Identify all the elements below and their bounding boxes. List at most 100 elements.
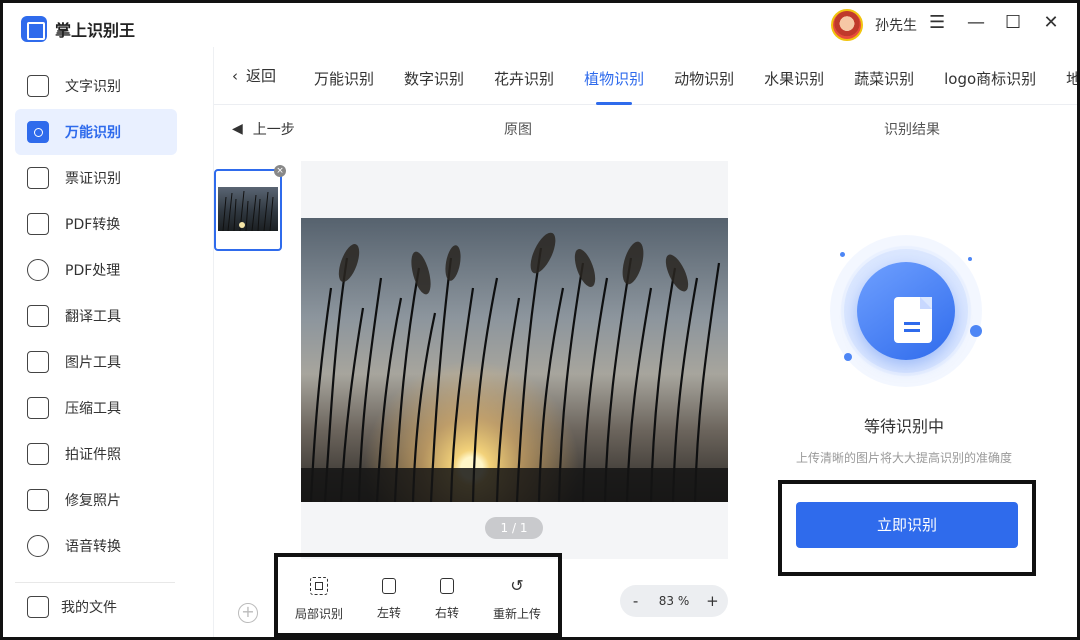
- app-name: 掌上识别王: [55, 21, 136, 40]
- rotate-left-button[interactable]: 左转: [376, 577, 401, 621]
- sidebar-item-label: 语音转换: [65, 539, 121, 555]
- sidebar-item-repair-photo[interactable]: 修复照片: [15, 477, 177, 523]
- page-indicator: 1 / 1: [485, 517, 543, 539]
- sidebar-item-universal-recognition[interactable]: 万能识别: [15, 109, 177, 155]
- avatar[interactable]: [831, 9, 863, 41]
- thumbnail-image: [218, 187, 278, 231]
- sidebar-item-label: 翻译工具: [65, 309, 121, 325]
- recognize-button-frame: 立即识别: [778, 480, 1036, 576]
- tab-truncated[interactable]: 地: [1066, 47, 1077, 105]
- tab-animals[interactable]: 动物识别: [674, 47, 734, 105]
- image-thumbnail[interactable]: ×: [214, 165, 286, 251]
- tab-digits[interactable]: 数字识别: [404, 47, 464, 105]
- file-icon: [27, 596, 49, 618]
- tab-logo[interactable]: logo商标识别: [944, 47, 1036, 105]
- translate-icon: [27, 305, 49, 327]
- image-tool-icon: [27, 351, 49, 373]
- remove-image-icon[interactable]: ×: [274, 165, 286, 177]
- user-profile[interactable]: 孙先生: [831, 9, 917, 41]
- crop-icon: [309, 576, 328, 595]
- repair-photo-icon: [27, 489, 49, 511]
- minimize-icon[interactable]: —: [967, 12, 985, 34]
- refresh-icon: ↺: [510, 575, 524, 595]
- tab-flowers[interactable]: 花卉识别: [494, 47, 554, 105]
- image-toolbar: 局部识别 左转 右转 ↺ 重新上传: [274, 553, 562, 637]
- sidebar-item-label: 图片工具: [65, 355, 121, 371]
- sidebar-nav: 文字识别 万能识别 票证识别 PDF转换 PDF处理 翻译工具 图片工具 压缩工…: [15, 63, 177, 569]
- image-preview-area: 1 / 1: [301, 161, 728, 559]
- tool-label: 左转: [376, 605, 401, 620]
- back-button[interactable]: ‹ 返回: [232, 65, 276, 86]
- reupload-button[interactable]: ↺ 重新上传: [493, 575, 541, 622]
- sidebar-item-translate[interactable]: 翻译工具: [15, 293, 177, 339]
- tool-label: 局部识别: [294, 606, 343, 621]
- scan-icon: [27, 121, 49, 143]
- tab-vegetables[interactable]: 蔬菜识别: [854, 47, 914, 105]
- thumbnail-grass-icon: [222, 190, 274, 231]
- chevron-left-icon: ‹: [232, 66, 238, 85]
- sidebar-item-label: 修复照片: [65, 493, 121, 509]
- app-window: 掌上识别王 文字识别 万能识别 票证识别 PDF转换 PDF处理 翻译工具 图片…: [0, 0, 1080, 640]
- add-image-icon[interactable]: +: [238, 603, 258, 623]
- menu-icon[interactable]: ☰: [929, 12, 945, 34]
- clarity-tip: 上传清晰的图片将大大提高识别的准确度: [795, 451, 1012, 465]
- tool-label: 右转: [434, 605, 459, 620]
- sidebar-item-label: 压缩工具: [65, 401, 121, 417]
- sidebar-item-text-recognition[interactable]: 文字识别: [15, 63, 177, 109]
- tab-universal[interactable]: 万能识别: [314, 47, 374, 105]
- close-icon[interactable]: ✕: [1043, 12, 1059, 34]
- app-logo-icon: [21, 16, 47, 42]
- zoom-control: - 83 % +: [620, 585, 728, 617]
- zoom-out-button[interactable]: -: [628, 592, 644, 610]
- back-label: 返回: [246, 67, 277, 85]
- sidebar-divider: [15, 582, 175, 583]
- plant-photo: [301, 218, 728, 502]
- zoom-in-button[interactable]: +: [704, 592, 720, 610]
- sidebar-item-compress[interactable]: 压缩工具: [15, 385, 177, 431]
- sidebar-item-voice-convert[interactable]: 语音转换: [15, 523, 177, 569]
- category-tabs: ‹ 返回 万能识别 数字识别 花卉识别 植物识别 动物识别 水果识别 蔬菜识别 …: [214, 47, 1077, 105]
- recognize-now-button[interactable]: 立即识别: [796, 502, 1018, 548]
- sidebar-item-label: PDF转换: [65, 217, 121, 233]
- original-image-label: 原图: [504, 122, 532, 138]
- my-files-label: 我的文件: [61, 600, 117, 616]
- decor-dot: [844, 353, 852, 361]
- reed-silhouette-image: [301, 232, 728, 502]
- rotate-left-icon: [381, 577, 396, 594]
- pdf-process-icon: [27, 259, 49, 281]
- rotate-right-icon: [439, 577, 454, 594]
- sidebar-item-label: 文字识别: [65, 79, 121, 95]
- sidebar-item-label: PDF处理: [65, 263, 121, 279]
- main-content: ‹ 返回 万能识别 数字识别 花卉识别 植物识别 动物识别 水果识别 蔬菜识别 …: [213, 47, 1077, 637]
- pdf-convert-icon: [27, 213, 49, 235]
- my-files-link[interactable]: 我的文件: [27, 596, 117, 618]
- previous-step-button[interactable]: ◀ 上一步: [232, 119, 295, 139]
- toolbar-items: 局部识别 左转 右转 ↺ 重新上传: [278, 557, 558, 633]
- text-icon: [27, 75, 49, 97]
- rotate-right-button[interactable]: 右转: [434, 577, 459, 621]
- ticket-icon: [27, 167, 49, 189]
- id-photo-icon: [27, 443, 49, 465]
- brand: 掌上识别王: [21, 15, 135, 43]
- voice-icon: [27, 535, 49, 557]
- zoom-value: 83 %: [658, 594, 690, 608]
- window-controls: ☰ — ☐ ✕: [929, 12, 1059, 34]
- sidebar-item-label: 拍证件照: [65, 447, 121, 463]
- partial-recognition-button[interactable]: 局部识别: [294, 576, 343, 622]
- sidebar-item-pdf-process[interactable]: PDF处理: [15, 247, 177, 293]
- compress-icon: [27, 397, 49, 419]
- sidebar-item-image-tools[interactable]: 图片工具: [15, 339, 177, 385]
- result-label: 识别结果: [884, 122, 940, 138]
- tab-fruits[interactable]: 水果识别: [764, 47, 824, 105]
- previous-step-label: 上一步: [252, 122, 295, 138]
- caret-left-icon: ◀: [232, 121, 243, 137]
- maximize-icon[interactable]: ☐: [1005, 12, 1021, 34]
- sidebar-item-label: 票证识别: [65, 171, 121, 187]
- sidebar-item-pdf-convert[interactable]: PDF转换: [15, 201, 177, 247]
- sidebar-item-ticket-recognition[interactable]: 票证识别: [15, 155, 177, 201]
- tab-plants[interactable]: 植物识别: [584, 47, 644, 105]
- sidebar: 掌上识别王 文字识别 万能识别 票证识别 PDF转换 PDF处理 翻译工具 图片…: [3, 3, 203, 637]
- document-icon: [894, 297, 932, 343]
- decor-dot: [840, 252, 845, 257]
- sidebar-item-id-photo[interactable]: 拍证件照: [15, 431, 177, 477]
